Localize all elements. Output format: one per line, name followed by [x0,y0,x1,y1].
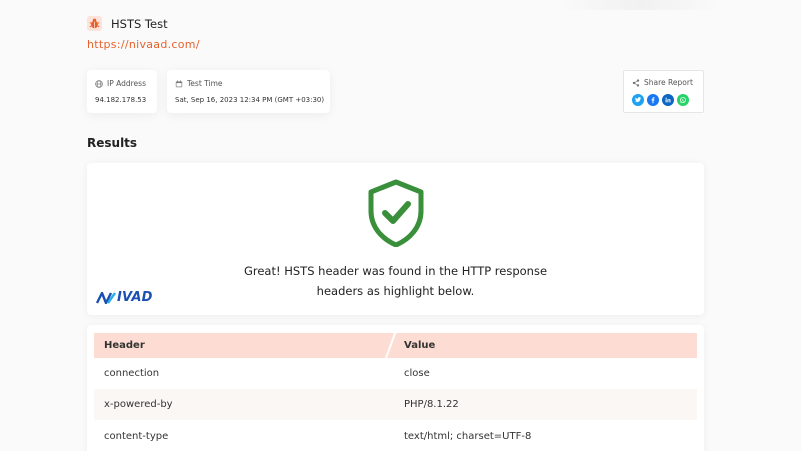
share-icon [632,78,640,87]
result-message-line1: Great! HSTS header was found in the HTTP… [243,264,548,278]
top-fade [560,0,720,10]
facebook-icon [651,97,655,104]
column-header-value: Value [387,333,697,358]
table-row: x-powered-by PHP/8.1.22 [94,389,697,420]
test-time-card: Test Time Sat, Sep 16, 2023 12:34 PM (GM… [167,70,330,113]
table-row: content-type text/html; charset=UTF-8 [94,421,697,451]
table-cell-value: text/html; charset=UTF-8 [404,431,532,442]
result-message: Great! HSTS header was found in the HTTP… [87,261,704,301]
test-title: HSTS Test [87,16,168,31]
column-header-header: Header [94,333,394,358]
brand-text: IVAD [117,290,153,305]
calendar-icon [175,79,183,87]
shield-check-icon [368,179,424,247]
whatsapp-icon [680,97,686,103]
results-heading: Results [87,136,138,150]
facebook-share-button[interactable] [647,94,659,106]
share-report-label-row: Share Report [632,78,693,87]
table-cell-header: connection [104,368,160,379]
nivad-logo: IVAD [96,290,153,305]
table-cell-value: PHP/8.1.22 [404,399,459,410]
headers-table: Header Value connection close x-powered-… [87,325,704,451]
table-cell-header: content-type [104,431,169,442]
page-title: HSTS Test [111,16,168,31]
page: HSTS Test https://nivaad.com/ IP Address… [0,0,801,451]
ip-address-card: IP Address 94.182.178.53 [87,70,157,113]
ip-address-label-row: IP Address [95,79,146,88]
share-report-card: Share Report [623,70,704,113]
ip-address-value: 94.182.178.53 [95,96,147,104]
table-row: connection close [94,358,697,389]
test-time-label: Test Time [187,79,223,88]
bug-icon [87,16,102,31]
share-report-label: Share Report [644,78,693,87]
site-url-link[interactable]: https://nivaad.com/ [87,38,200,51]
brand-mark-icon [96,291,116,304]
result-card: Great! HSTS header was found in the HTTP… [87,163,704,315]
social-share-row [632,94,689,106]
test-time-label-row: Test Time [175,79,223,88]
table-cell-value: close [404,368,430,379]
ip-address-label: IP Address [107,79,146,88]
globe-icon [95,79,103,88]
whatsapp-share-button[interactable] [677,94,689,106]
result-message-line2: headers as highlight below. [316,284,475,298]
linkedin-share-button[interactable] [662,94,674,106]
twitter-share-button[interactable] [632,94,644,106]
linkedin-icon [665,97,671,103]
table-cell-header: x-powered-by [104,399,173,410]
table-header-row: Header Value [94,333,697,358]
test-time-value: Sat, Sep 16, 2023 12:34 PM (GMT +03:30) [175,96,325,104]
twitter-icon [634,97,642,103]
